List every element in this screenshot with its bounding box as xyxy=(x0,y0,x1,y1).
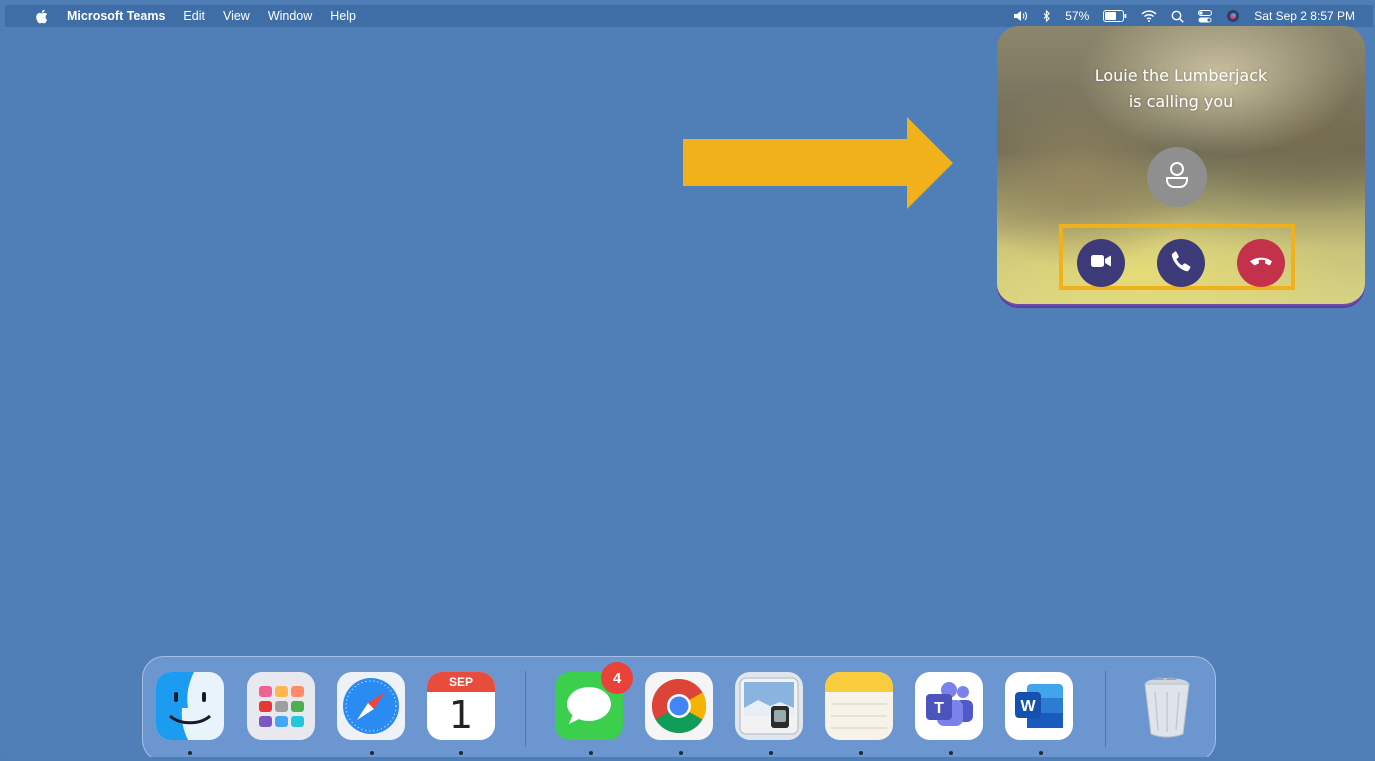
menubar-clock[interactable]: Sat Sep 2 8:57 PM xyxy=(1254,9,1355,23)
video-camera-icon xyxy=(1090,253,1112,274)
dock-safari[interactable] xyxy=(337,672,405,740)
battery-icon[interactable] xyxy=(1103,10,1127,22)
chrome-icon xyxy=(651,679,707,734)
call-status-text: is calling you xyxy=(1128,92,1234,111)
apple-icon[interactable] xyxy=(35,9,49,24)
control-center-icon[interactable] xyxy=(1198,9,1213,23)
dock-separator xyxy=(1105,671,1106,747)
running-indicator xyxy=(1039,751,1043,755)
safari-compass-icon xyxy=(343,678,399,734)
bluetooth-icon[interactable] xyxy=(1043,9,1051,23)
notes-icon xyxy=(825,672,893,729)
svg-text:W: W xyxy=(1020,698,1036,715)
dock-finder[interactable] xyxy=(156,672,224,740)
dock-calendar[interactable]: SEP 1 xyxy=(427,672,495,740)
person-icon xyxy=(1164,161,1190,194)
running-indicator xyxy=(370,751,374,755)
running-indicator xyxy=(679,751,683,755)
dock-microsoft-teams[interactable]: T xyxy=(915,672,983,740)
dock-trash[interactable] xyxy=(1133,672,1201,740)
preview-icon xyxy=(739,677,799,735)
dock-launchpad[interactable] xyxy=(247,672,315,740)
desktop: Microsoft Teams Edit View Window Help 57… xyxy=(5,5,1373,757)
word-icon: W xyxy=(1015,684,1063,728)
volume-icon[interactable] xyxy=(1013,10,1029,22)
annotation-arrow xyxy=(683,117,953,209)
hang-up-icon xyxy=(1249,254,1273,272)
siri-icon[interactable] xyxy=(1226,9,1240,23)
decline-call-button[interactable] xyxy=(1237,239,1285,287)
wifi-icon[interactable] xyxy=(1141,10,1157,22)
svg-text:T: T xyxy=(934,700,944,717)
accept-video-button[interactable] xyxy=(1077,239,1125,287)
phone-icon xyxy=(1171,250,1191,277)
caller-name: Louie the Lumberjack xyxy=(1094,66,1268,85)
dock-notes[interactable] xyxy=(825,672,893,740)
menu-help[interactable]: Help xyxy=(330,9,356,23)
running-indicator xyxy=(188,751,192,755)
incoming-call-notification: Louie the Lumberjack is calling you xyxy=(997,26,1365,306)
dock-chrome[interactable] xyxy=(645,672,713,740)
caller-avatar xyxy=(1147,147,1207,207)
teams-icon: T xyxy=(926,682,973,726)
app-menu-name[interactable]: Microsoft Teams xyxy=(67,9,165,23)
menu-edit[interactable]: Edit xyxy=(183,9,205,23)
launchpad-icon xyxy=(259,686,304,727)
running-indicator xyxy=(949,751,953,755)
running-indicator xyxy=(589,751,593,755)
messages-badge: 4 xyxy=(601,662,633,694)
trash-icon xyxy=(1144,677,1190,738)
running-indicator xyxy=(859,751,863,755)
menu-window[interactable]: Window xyxy=(268,9,312,23)
menu-bar: Microsoft Teams Edit View Window Help 57… xyxy=(5,5,1373,27)
menu-view[interactable]: View xyxy=(223,9,250,23)
dock-microsoft-word[interactable]: W xyxy=(1005,672,1073,740)
running-indicator xyxy=(769,751,773,755)
running-indicator xyxy=(459,751,463,755)
calendar-day: 1 xyxy=(448,693,474,737)
accept-audio-button[interactable] xyxy=(1157,239,1205,287)
finder-icon xyxy=(156,672,224,740)
dock-separator xyxy=(525,671,526,747)
battery-percent: 57% xyxy=(1065,9,1090,23)
spotlight-search-icon[interactable] xyxy=(1171,10,1184,23)
dock: SEP 1 4 T W xyxy=(142,656,1216,757)
dock-preview[interactable] xyxy=(735,672,803,740)
calendar-month: SEP xyxy=(427,672,495,692)
